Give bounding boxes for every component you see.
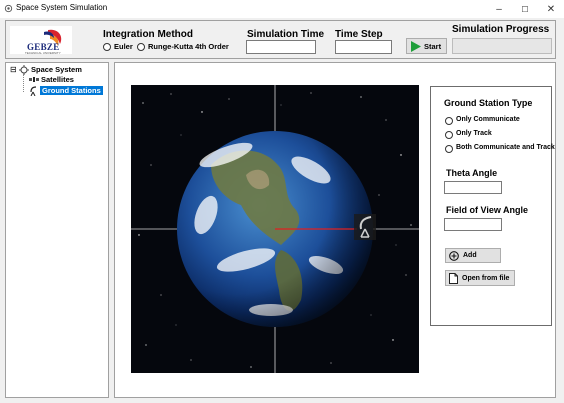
open-from-file-label: Open from file [462, 274, 510, 282]
add-button-label: Add [463, 252, 477, 259]
app-icon [4, 4, 13, 13]
play-icon [411, 40, 421, 52]
runge-kutta-radio[interactable] [137, 43, 145, 51]
theta-angle-label: Theta Angle [446, 168, 498, 178]
simulation-time-input[interactable] [246, 40, 316, 54]
fov-angle-label: Field of View Angle [446, 205, 529, 215]
earth-visualization [131, 85, 419, 373]
only-communicate-radio[interactable] [445, 117, 453, 125]
theta-angle-input[interactable] [444, 181, 502, 194]
close-button[interactable]: ✕ [538, 0, 564, 18]
start-button-label: Start [424, 41, 442, 51]
maximize-button[interactable]: ☐ [512, 0, 538, 18]
tree-item-ground-stations[interactable]: Ground Stations [40, 86, 103, 95]
tree-connector [23, 74, 25, 92]
simulation-progress-bar [452, 38, 552, 54]
runge-kutta-label: Runge-Kutta 4th Order [148, 42, 229, 51]
only-track-label: Only Track [456, 130, 492, 137]
ground-station-marker-icon [354, 214, 376, 240]
simulation-time-label: Simulation Time [247, 29, 325, 40]
only-track-radio[interactable] [445, 131, 453, 139]
earth-view[interactable] [131, 85, 419, 373]
ground-station-type-label: Ground Station Type [444, 98, 533, 108]
file-icon [449, 272, 458, 284]
simulation-progress-label: Simulation Progress [452, 24, 550, 35]
euler-radio[interactable] [103, 43, 111, 51]
ground-station-icon [30, 86, 37, 96]
euler-label: Euler [114, 42, 133, 51]
tree-item-space-system[interactable]: Space System [31, 65, 82, 74]
window-title: Space System Simulation [16, 3, 108, 12]
satellite-icon [29, 77, 39, 82]
open-from-file-button[interactable]: Open from file [445, 270, 515, 286]
system-tree[interactable] [5, 62, 109, 398]
time-step-input[interactable] [335, 40, 392, 54]
communicate-and-track-label: Both Communicate and Track [456, 144, 555, 151]
start-button[interactable]: Start [406, 38, 447, 54]
fov-angle-input[interactable] [444, 218, 502, 231]
communicate-and-track-radio[interactable] [445, 145, 453, 153]
tree-item-satellites[interactable]: Satellites [41, 75, 74, 84]
add-circle-icon [449, 250, 459, 261]
only-communicate-label: Only Communicate [456, 116, 520, 123]
add-button[interactable]: Add [445, 248, 501, 263]
tree-collapse-toggle[interactable]: ⊟ [10, 66, 17, 74]
time-step-label: Time Step [335, 29, 383, 40]
minimize-button[interactable]: – [486, 0, 512, 18]
integration-method-label: Integration Method [103, 29, 193, 40]
logo-subtitle: TECHNICAL UNIVERSITY [25, 51, 61, 55]
